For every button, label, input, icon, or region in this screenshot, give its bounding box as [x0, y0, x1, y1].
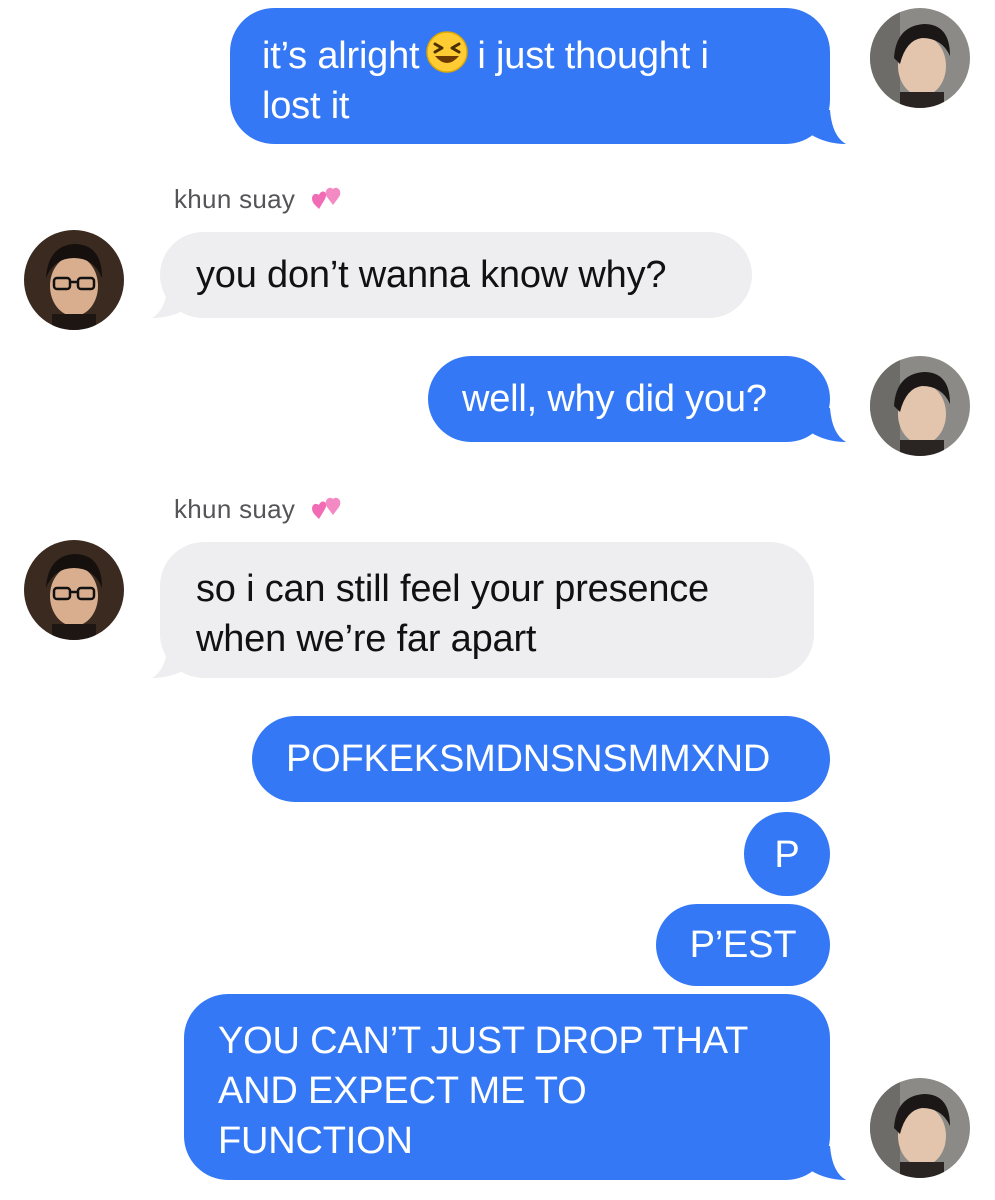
message-text-line: lost it	[262, 85, 350, 127]
message-text-line: so i can still feel your presence	[196, 568, 709, 610]
message-text-line: P	[774, 834, 800, 876]
bubble-tail	[808, 110, 846, 144]
message-text-line: it’s alright i just thought i	[262, 30, 830, 81]
contact-avatar[interactable]	[24, 230, 124, 330]
sender-name: khun suay	[174, 184, 345, 217]
contact-avatar[interactable]	[24, 540, 124, 640]
my-avatar[interactable]	[870, 1078, 970, 1178]
message-text-line: POFKEKSMDNSNSMMXND	[286, 738, 771, 780]
message-text-line: YOU CAN’T JUST DROP THAT	[218, 1020, 749, 1062]
message-text-line: P’EST	[689, 924, 797, 966]
message-text-line: when we’re far apart	[196, 618, 537, 660]
message-text-line: well, why did you?	[462, 378, 767, 420]
message-text-line: AND EXPECT ME TO	[218, 1070, 587, 1112]
sent-message-bubble[interactable]: well, why did you?	[428, 356, 830, 442]
sent-message-bubble[interactable]: it’s alright i just thought i lost it	[230, 8, 830, 144]
my-avatar[interactable]	[870, 356, 970, 456]
bubble-tail	[152, 284, 190, 318]
received-message-bubble[interactable]: so i can still feel your presence when w…	[160, 542, 814, 678]
two-hearts-icon	[311, 187, 341, 210]
sent-message-bubble[interactable]: P	[744, 812, 830, 896]
my-avatar[interactable]	[870, 8, 970, 108]
message-text-line: FUNCTION	[218, 1120, 413, 1162]
bubble-tail	[808, 408, 846, 442]
sent-message-bubble[interactable]: YOU CAN’T JUST DROP THAT AND EXPECT ME T…	[184, 994, 830, 1180]
sender-name: khun suay	[174, 494, 345, 527]
received-message-bubble[interactable]: you don’t wanna know why?	[160, 232, 752, 318]
message-text-line: you don’t wanna know why?	[196, 254, 667, 296]
sent-message-bubble[interactable]: P’EST	[656, 904, 830, 986]
laughing-squint-emoji-icon	[426, 31, 469, 73]
sent-message-bubble[interactable]: POFKEKSMDNSNSMMXND	[252, 716, 830, 802]
bubble-tail	[152, 644, 190, 678]
two-hearts-icon	[311, 497, 341, 520]
bubble-tail	[808, 1146, 846, 1180]
